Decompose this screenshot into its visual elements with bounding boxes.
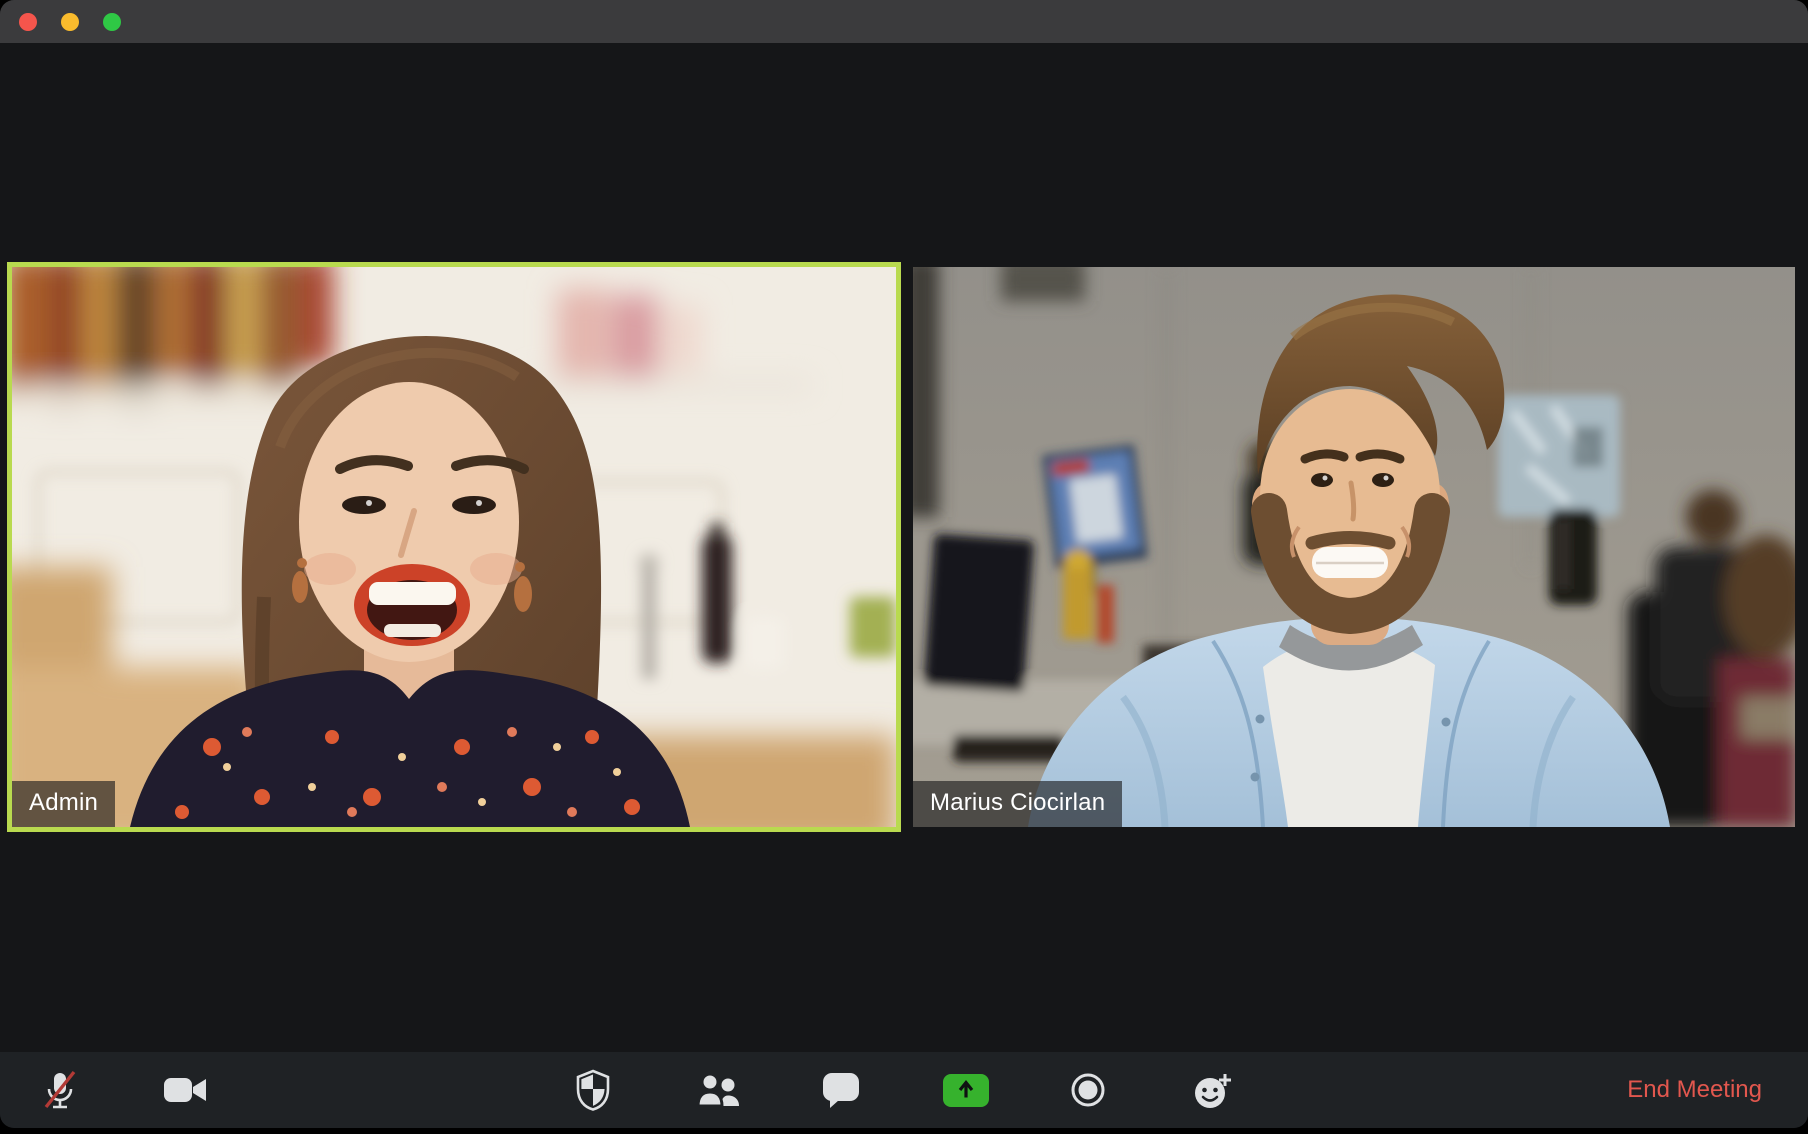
shield-icon <box>575 1069 611 1111</box>
reactions-icon <box>1192 1069 1234 1111</box>
video-stage: Admin <box>0 43 1808 1052</box>
video-button[interactable] <box>158 1062 214 1118</box>
video-tile-admin[interactable]: Admin <box>12 267 896 827</box>
video-camera-icon <box>164 1075 208 1105</box>
participants-button[interactable] <box>691 1062 747 1118</box>
share-screen-icon <box>943 1074 989 1107</box>
mute-button[interactable] <box>32 1062 88 1118</box>
chat-bubble-icon <box>822 1072 860 1109</box>
admin-video-feed <box>12 267 896 827</box>
participant-name-label: Marius Ciocirlan <box>913 781 1122 827</box>
close-button[interactable] <box>19 13 37 31</box>
share-screen-button[interactable] <box>938 1062 994 1118</box>
meeting-window: Admin <box>0 0 1808 1128</box>
record-icon <box>1070 1072 1106 1108</box>
video-tile-marius[interactable]: Marius Ciocirlan <box>913 267 1795 827</box>
titlebar <box>0 0 1808 43</box>
chat-button[interactable] <box>813 1062 869 1118</box>
participants-icon <box>697 1073 741 1107</box>
reactions-button[interactable] <box>1185 1062 1241 1118</box>
zoom-button[interactable] <box>103 13 121 31</box>
participant-name-label: Admin <box>12 781 115 827</box>
end-meeting-button[interactable]: End Meeting <box>1621 1075 1768 1105</box>
security-button[interactable] <box>565 1062 621 1118</box>
record-button[interactable] <box>1060 1062 1116 1118</box>
meeting-toolbar: End Meeting <box>0 1052 1808 1128</box>
marius-video-feed <box>913 267 1795 827</box>
microphone-off-icon <box>40 1067 80 1113</box>
minimize-button[interactable] <box>61 13 79 31</box>
